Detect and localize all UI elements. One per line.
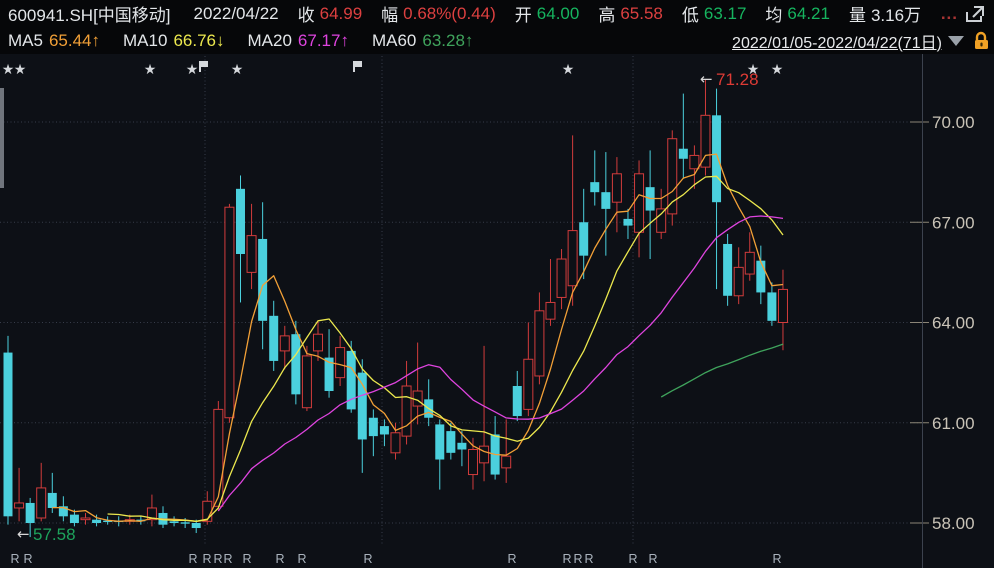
- svg-text:R: R: [628, 552, 637, 566]
- quote-volume: 量3.16万: [849, 1, 921, 26]
- chevron-down-icon[interactable]: [948, 36, 964, 46]
- svg-text:★: ★: [231, 62, 244, 78]
- svg-text:★: ★: [186, 62, 199, 78]
- quote-change: 幅0.68%(0.44): [381, 1, 496, 26]
- svg-text:64.00: 64.00: [932, 314, 975, 333]
- quote-open: 开64.00: [515, 1, 580, 26]
- svg-text:57.58: 57.58: [33, 525, 76, 544]
- lock-icon[interactable]: [972, 31, 990, 51]
- svg-text:←: ←: [17, 525, 30, 543]
- candlestick-chart[interactable]: 70.0067.0064.0061.0058.00★★★★★★★★RRRRRRR…: [0, 0, 994, 568]
- svg-text:★: ★: [144, 62, 157, 78]
- svg-text:R: R: [507, 552, 516, 566]
- svg-text:70.00: 70.00: [932, 113, 975, 132]
- svg-text:R: R: [584, 552, 593, 566]
- svg-text:★: ★: [771, 62, 784, 78]
- date-range-selector[interactable]: 2022/01/05-2022/04/22(71日): [732, 29, 942, 53]
- svg-text:R: R: [573, 552, 582, 566]
- svg-text:67.00: 67.00: [932, 213, 975, 232]
- svg-text:58.00: 58.00: [932, 514, 975, 533]
- svg-text:R: R: [363, 552, 372, 566]
- quote-header: 600941.SH[中国移动] 2022/04/22 收64.99 幅0.68%…: [0, 0, 994, 27]
- svg-text:R: R: [10, 552, 19, 566]
- quote-high: 高65.58: [598, 1, 663, 26]
- quote-date: 2022/04/22: [194, 4, 279, 24]
- svg-text:R: R: [562, 552, 571, 566]
- svg-text:61.00: 61.00: [932, 414, 975, 433]
- quote-low: 低63.17: [682, 1, 747, 26]
- svg-text:R: R: [297, 552, 306, 566]
- svg-text:R: R: [242, 552, 251, 566]
- svg-text:R: R: [213, 552, 222, 566]
- quote-avg: 均64.21: [765, 1, 830, 26]
- ma5-indicator: MA565.44↑: [8, 31, 100, 51]
- svg-text:R: R: [772, 552, 781, 566]
- svg-text:←: ←: [700, 70, 713, 88]
- svg-text:★: ★: [562, 62, 575, 78]
- ma60-indicator: MA6063.28↑: [372, 31, 473, 51]
- ma-header: MA565.44↑ MA1066.76↓ MA2067.17↑ MA6063.2…: [0, 27, 994, 54]
- ma10-indicator: MA1066.76↓: [123, 31, 224, 51]
- svg-text:R: R: [202, 552, 211, 566]
- more-ellipsis[interactable]: ...: [941, 4, 958, 24]
- svg-text:R: R: [188, 552, 197, 566]
- svg-text:R: R: [648, 552, 657, 566]
- svg-text:R: R: [223, 552, 232, 566]
- svg-text:★: ★: [14, 62, 27, 78]
- svg-text:R: R: [275, 552, 284, 566]
- quote-close: 收64.99: [298, 1, 363, 26]
- stock-chart-screen: 70.0067.0064.0061.0058.00★★★★★★★★RRRRRRR…: [0, 0, 994, 568]
- svg-text:R: R: [23, 552, 32, 566]
- date-range-group: 2022/01/05-2022/04/22(71日): [732, 29, 990, 53]
- svg-text:71.28: 71.28: [716, 70, 759, 89]
- expand-window-icon[interactable]: [964, 4, 986, 24]
- ma20-indicator: MA2067.17↑: [247, 31, 348, 51]
- symbol-name[interactable]: 600941.SH[中国移动]: [8, 1, 171, 26]
- svg-text:★: ★: [2, 62, 15, 78]
